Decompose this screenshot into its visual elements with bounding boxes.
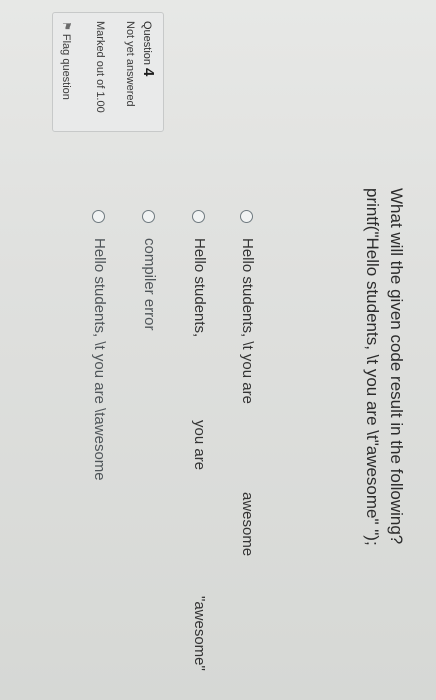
answer-option-text-part: you are <box>191 420 208 471</box>
quiz-page: Question 4 Not yet answered Marked out of… <box>0 0 436 700</box>
question-number-value: 4 <box>140 68 157 77</box>
question-sheet: Question 4 Not yet answered Marked out of… <box>0 0 436 700</box>
question-info-panel: Question 4 Not yet answered Marked out of… <box>52 12 164 132</box>
flag-question-label: Flag question <box>60 33 72 100</box>
answer-option-text: Hello students, <box>191 238 208 338</box>
question-number: Question 4 <box>140 21 157 76</box>
answer-option-text-part: awesome <box>239 492 256 557</box>
question-marks: Marked out of 1.00 <box>94 21 106 113</box>
radio-button[interactable] <box>142 210 155 223</box>
answer-option-text: Hello students, \t you are <box>239 238 256 404</box>
radio-button[interactable] <box>240 210 253 223</box>
flag-question-link[interactable]: ⚑ Flag question <box>60 21 73 100</box>
question-text-line-2: printf("Hello students, \t you are \t"aw… <box>363 188 382 546</box>
question-label: Question <box>141 21 153 66</box>
flag-icon: ⚑ <box>60 21 72 31</box>
answer-option-text: Hello students, \t you are \tawesome <box>91 238 108 481</box>
question-state: Not yet answered <box>124 21 136 107</box>
question-text-line-1: What will the given code result in the f… <box>387 188 406 545</box>
radio-button[interactable] <box>92 210 105 223</box>
answer-option-text: compiler error <box>141 238 158 331</box>
answer-option-text-part: "awesome" <box>191 596 208 671</box>
radio-button[interactable] <box>192 210 205 223</box>
